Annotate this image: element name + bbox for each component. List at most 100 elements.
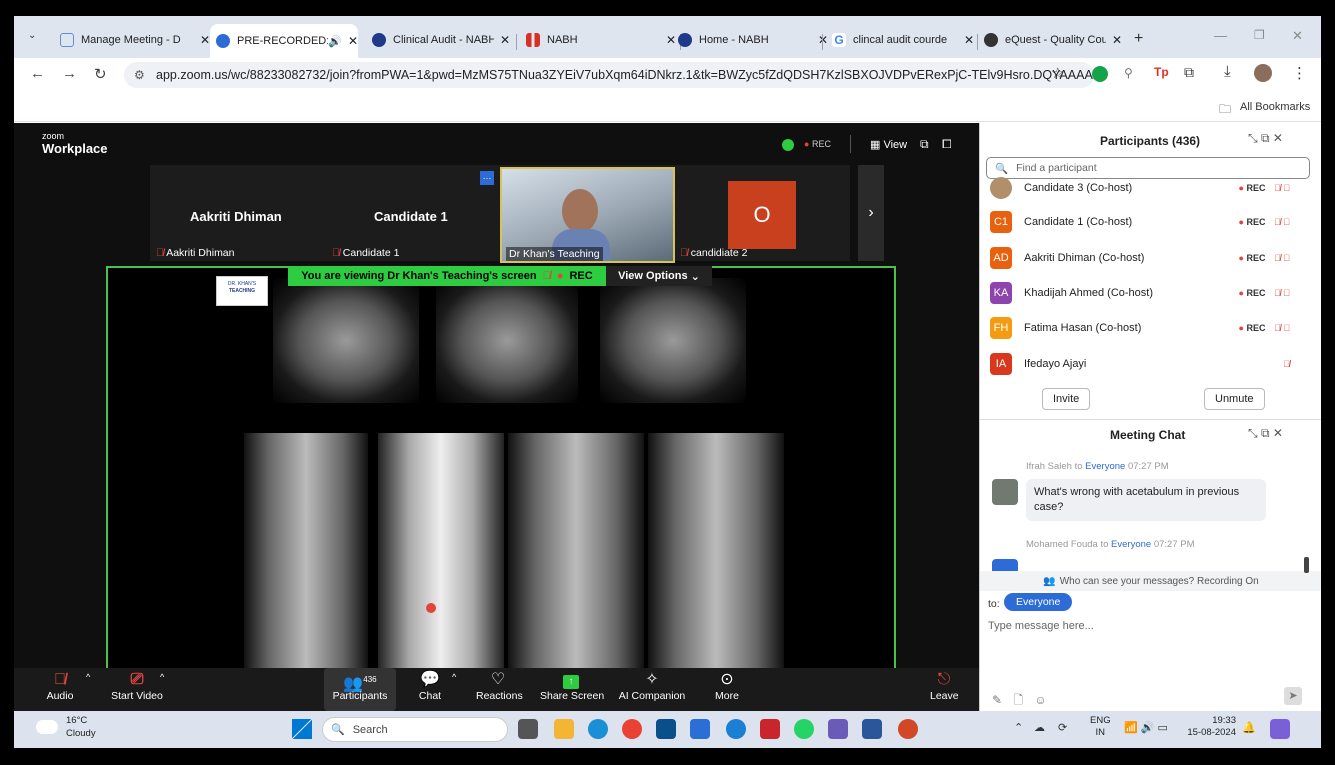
snipping-icon[interactable]: [828, 719, 848, 739]
tab-search-icon[interactable]: ⌄: [28, 30, 36, 41]
clock[interactable]: 19:33 15-08-2024: [1186, 715, 1236, 739]
participants-panel-controls[interactable]: ⤡ ⧉ ✕: [1248, 131, 1283, 146]
menu-icon[interactable]: ⋮: [1292, 64, 1307, 82]
audio-button[interactable]: 🎙̸ Audio: [42, 668, 78, 711]
language-indicator[interactable]: ENG IN: [1090, 715, 1111, 739]
video-caret-icon[interactable]: ^: [160, 672, 164, 682]
audio-icon[interactable]: 🔊: [328, 35, 342, 48]
tp-extension-icon[interactable]: Tp: [1154, 65, 1169, 79]
chat-caret-icon[interactable]: ^: [452, 672, 456, 682]
reactions-button[interactable]: ♡ Reactions: [476, 668, 523, 711]
minimize-icon[interactable]: —: [1214, 28, 1227, 43]
download-icon[interactable]: ⤓: [1224, 63, 1231, 80]
recording-indicator[interactable]: REC: [812, 139, 831, 149]
gallery-next-button[interactable]: ›: [858, 165, 884, 261]
participant-row[interactable]: FH Fatima Hasan (Co-host) ● REC 🎙̸ ⎚: [990, 313, 1310, 343]
url-bar[interactable]: ⚙ app.zoom.us/wc/88233082732/join?fromPW…: [124, 62, 1094, 88]
forward-icon[interactable]: →: [62, 65, 77, 82]
copilot-icon[interactable]: [1270, 719, 1290, 739]
close-icon[interactable]: ✕: [200, 33, 210, 47]
mysql-icon[interactable]: [690, 719, 710, 739]
minimize-video-icon[interactable]: ⧉: [920, 137, 929, 152]
tab-nabh[interactable]: NABH ✕: [526, 26, 676, 54]
site-info-icon[interactable]: ⚙: [134, 68, 145, 82]
tab-equest[interactable]: eQuest - Quality Cou ✕: [984, 26, 1122, 54]
tab-pre-recorded[interactable]: PRE-RECORDED: 🔊 ✕: [210, 24, 358, 58]
invite-button[interactable]: Invite: [1042, 388, 1091, 410]
bookmark-star-icon[interactable]: ☆: [1051, 64, 1064, 82]
chat-scrollbar[interactable]: [1304, 557, 1309, 573]
reload-icon[interactable]: ↻: [94, 65, 107, 83]
participant-row[interactable]: KA Khadijah Ahmed (Co-host) ● REC 🎙̸ ⎚: [990, 278, 1310, 308]
window-close-icon[interactable]: ✕: [1292, 28, 1303, 44]
more-options-icon[interactable]: …: [480, 171, 494, 185]
search-icon: 🔍: [331, 724, 345, 736]
tab-clinical-audit[interactable]: Clinical Audit - NABH ✕: [372, 26, 510, 54]
zoom-meeting-area: zoom Workplace ● REC ▦ View ⧉ ⧠ Aakriti …: [14, 123, 979, 711]
share-icon: ↑: [563, 675, 579, 689]
unmute-button[interactable]: Unmute: [1204, 388, 1265, 410]
new-tab-icon[interactable]: +: [1134, 30, 1143, 48]
view-options-button[interactable]: View Options ⌄: [606, 266, 712, 286]
avatar: C1: [990, 211, 1012, 233]
extension-icon[interactable]: ⚲: [1124, 66, 1133, 80]
task-view-icon[interactable]: [518, 719, 538, 739]
close-icon[interactable]: ✕: [348, 34, 358, 48]
chat-input[interactable]: Type message here...: [988, 620, 1094, 632]
file-explorer-icon[interactable]: [554, 719, 574, 739]
wifi-volume-battery-icons[interactable]: 📶 🔊 ▭: [1124, 721, 1168, 734]
network-icon[interactable]: ⟳: [1058, 721, 1067, 734]
temperature[interactable]: 16°C: [66, 715, 87, 726]
participant-row[interactable]: IA Ifedayo Ajayi 🎙̸: [990, 349, 1310, 379]
grammarly-icon[interactable]: [1092, 66, 1108, 82]
app-icon[interactable]: [726, 719, 746, 739]
restore-icon[interactable]: ❐: [1254, 28, 1265, 42]
notification-bell-icon[interactable]: 🔔: [1242, 721, 1256, 734]
chat-button[interactable]: 💬 Chat: [416, 668, 444, 711]
leave-button[interactable]: ⎋ Leave: [930, 668, 959, 711]
store-icon[interactable]: [656, 719, 676, 739]
start-video-button[interactable]: ⎚ Start Video: [108, 668, 166, 711]
profile-avatar[interactable]: [1254, 64, 1272, 82]
mcafee-icon[interactable]: [760, 719, 780, 739]
shield-icon[interactable]: [782, 139, 794, 151]
privacy-notice[interactable]: 👥 Who can see your messages? Recording On: [980, 571, 1321, 591]
powerpoint-icon[interactable]: [898, 719, 918, 739]
tab-manage-meeting[interactable]: Manage Meeting - D ✕: [60, 26, 210, 54]
extensions-puzzle-icon[interactable]: ⧉: [1184, 64, 1194, 81]
onedrive-icon[interactable]: ☁: [1034, 721, 1045, 734]
send-icon[interactable]: ➤: [1284, 687, 1302, 705]
more-button[interactable]: ⊙ More: [712, 668, 742, 711]
participants-button[interactable]: 👥436 Participants: [324, 668, 396, 711]
chat-tools[interactable]: ✎ 🗋 ☺: [992, 691, 1047, 712]
ai-companion-button[interactable]: ✧ AI Companion: [618, 668, 686, 711]
audio-caret-icon[interactable]: ^: [86, 672, 90, 682]
participant-row[interactable]: C1 Candidate 1 (Co-host) ● REC 🎙̸ ⎚: [990, 207, 1310, 237]
edge-icon[interactable]: [588, 719, 608, 739]
close-icon[interactable]: ✕: [500, 33, 510, 47]
all-bookmarks-link[interactable]: All Bookmarks: [1240, 101, 1310, 113]
mic-muted-icon: 🎙̸: [1283, 359, 1290, 369]
tab-google-search[interactable]: Gclincal audit courde ✕: [832, 26, 974, 54]
active-speaker-tile[interactable]: Dr Khan's Teaching: [500, 167, 675, 263]
fullscreen-icon[interactable]: ⧠: [942, 137, 952, 152]
close-icon[interactable]: ✕: [964, 33, 974, 47]
chat-title: Meeting Chat: [1110, 428, 1186, 442]
tray-chevron-icon[interactable]: ⌃: [1014, 721, 1023, 734]
tab-home-nabh[interactable]: Home - NABH✕: [678, 26, 828, 54]
participant-row[interactable]: Candidate 3 (Co-host) ● REC 🎙̸ ⎚: [990, 173, 1310, 203]
back-icon[interactable]: ←: [30, 65, 45, 82]
whatsapp-icon[interactable]: [794, 719, 814, 739]
recipient-selector[interactable]: Everyone: [1004, 593, 1073, 611]
participant-row[interactable]: AD Aakriti Dhiman (Co-host) ● REC 🎙̸ ⎚: [990, 243, 1310, 273]
view-button[interactable]: ▦ View: [870, 138, 907, 151]
word-icon[interactable]: [862, 719, 882, 739]
share-screen-button[interactable]: ↑ Share Screen: [540, 668, 604, 711]
windows-start-icon[interactable]: [292, 719, 312, 739]
chat-panel-controls[interactable]: ⤡ ⧉ ✕: [1248, 426, 1283, 441]
taskbar-search[interactable]: 🔍 Search: [322, 717, 508, 742]
close-icon[interactable]: ✕: [1112, 33, 1122, 47]
weather[interactable]: Cloudy: [66, 728, 96, 739]
chrome-icon[interactable]: [622, 719, 642, 739]
close-icon[interactable]: ✕: [666, 33, 676, 47]
